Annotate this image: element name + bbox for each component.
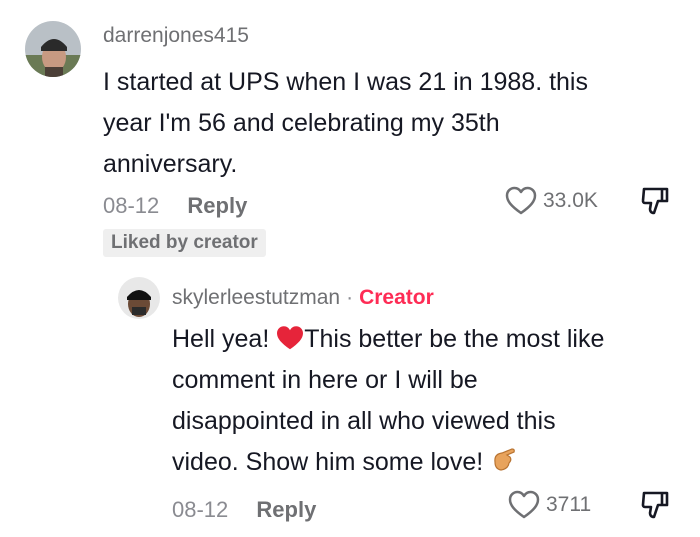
- reply-text-line: disappointed in all who viewed this: [172, 407, 556, 435]
- comment-like-button[interactable]: 33.0K: [505, 186, 598, 216]
- comment-meta: 08-12 Reply: [103, 193, 247, 219]
- reply-text: Hell yea! This better be the most like c…: [172, 319, 604, 483]
- creator-username[interactable]: skylerleestutzman: [172, 286, 340, 309]
- reply-like-button[interactable]: 3711: [508, 490, 591, 520]
- reply-text-line: video. Show him some love!: [172, 442, 604, 483]
- heart-outline-icon: [505, 186, 537, 215]
- heart-outline-icon: [508, 490, 540, 519]
- reply-text-line: comment in here or I will be: [172, 366, 478, 394]
- creator-avatar[interactable]: [118, 277, 160, 319]
- creator-badge: Creator: [359, 286, 434, 309]
- comment-date: 08-12: [103, 193, 160, 218]
- comment-text-line: I started at UPS when I was 21 in 1988. …: [103, 68, 588, 96]
- comment-text-line: anniversary.: [103, 150, 238, 178]
- reply-date: 08-12: [172, 497, 229, 522]
- comment-text-line: year I'm 56 and celebrating my 35th: [103, 109, 500, 137]
- reply-button[interactable]: Reply: [256, 497, 316, 522]
- creator-username-line: skylerleestutzman · Creator: [172, 286, 434, 310]
- reply-meta: 08-12 Reply: [172, 497, 316, 523]
- thumbs-down-icon[interactable]: [641, 186, 669, 216]
- commenter-avatar[interactable]: [25, 21, 81, 77]
- comment-like-count: 33.0K: [543, 189, 598, 212]
- comment-text: I started at UPS when I was 21 in 1988. …: [103, 62, 588, 185]
- reply-text-line: Hell yea! This better be the most like: [172, 325, 605, 353]
- separator-dot: ·: [346, 286, 354, 309]
- reply-button[interactable]: Reply: [187, 193, 247, 218]
- pointing-hand-emoji-icon: [494, 448, 516, 471]
- thumbs-down-icon[interactable]: [641, 490, 669, 520]
- commenter-username[interactable]: darrenjones415: [103, 24, 249, 48]
- red-heart-emoji-icon: [277, 326, 304, 350]
- liked-by-creator-badge: Liked by creator: [103, 229, 266, 257]
- reply-like-count: 3711: [546, 493, 592, 516]
